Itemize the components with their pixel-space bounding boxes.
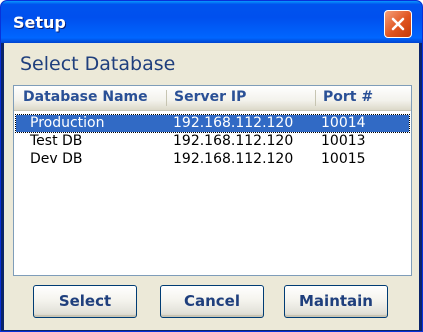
- close-button[interactable]: [384, 10, 412, 38]
- cell-server-ip: 192.168.112.120: [173, 133, 294, 149]
- maintain-button[interactable]: Maintain: [284, 285, 388, 318]
- cell-port: 10013: [321, 133, 366, 149]
- column-header-port[interactable]: Port #: [323, 89, 373, 107]
- cell-database-name: Test DB: [30, 133, 83, 149]
- cell-port: 10015: [321, 151, 366, 167]
- select-button[interactable]: Select: [33, 285, 137, 318]
- cell-database-name: Dev DB: [30, 151, 83, 167]
- list-header: Database Name Server IP Port #: [14, 86, 411, 111]
- table-row[interactable]: Test DB 192.168.112.120 10013: [16, 133, 409, 150]
- cell-database-name: Production: [30, 115, 105, 131]
- cancel-button[interactable]: Cancel: [160, 285, 264, 318]
- title-bar[interactable]: Setup: [1, 1, 422, 43]
- column-header-server-ip[interactable]: Server IP: [174, 89, 246, 107]
- cell-server-ip: 192.168.112.120: [173, 115, 294, 131]
- cell-server-ip: 192.168.112.120: [173, 151, 294, 167]
- table-row[interactable]: Dev DB 192.168.112.120 10015: [16, 151, 409, 168]
- column-header-database-name[interactable]: Database Name: [23, 89, 148, 107]
- cell-port: 10014: [321, 115, 366, 131]
- table-row-selected[interactable]: Production 192.168.112.120 10014: [15, 114, 410, 133]
- close-icon: [391, 17, 405, 31]
- column-divider[interactable]: [166, 90, 167, 106]
- window-title: Setup: [13, 13, 66, 32]
- section-heading: Select Database: [20, 53, 176, 75]
- dialog-body: Select Database Database Name Server IP …: [4, 43, 419, 330]
- database-list[interactable]: Database Name Server IP Port # Productio…: [13, 85, 412, 276]
- column-divider[interactable]: [315, 90, 316, 106]
- setup-dialog: Setup Select Database Database Name Serv…: [0, 0, 423, 332]
